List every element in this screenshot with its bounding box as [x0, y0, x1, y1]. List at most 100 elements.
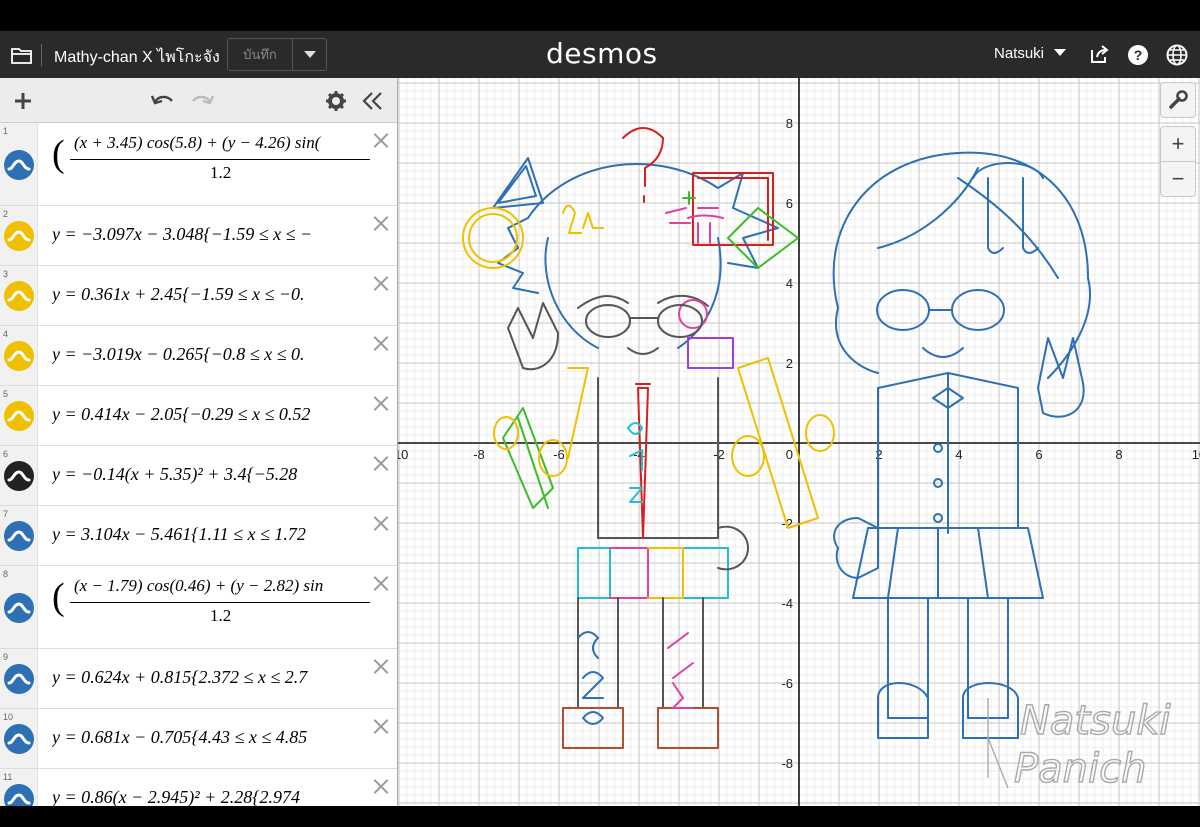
y-tick-label: -8: [781, 756, 793, 771]
hair-outline: [497, 163, 779, 294]
expression-toolbar: [0, 78, 397, 123]
y-tick-label: 4: [786, 276, 793, 291]
gear-icon[interactable]: [322, 87, 350, 115]
x-tick-label: -8: [473, 447, 485, 462]
blazer: [877, 372, 1019, 534]
x-tick-label: 6: [1035, 447, 1042, 462]
expression-row[interactable]: 5 y = 0.414x − 2.05{−0.29 ≤ x ≤ 0.52: [0, 386, 397, 446]
graph-style-wave-icon[interactable]: [4, 149, 34, 180]
help-icon[interactable]: ?: [1126, 43, 1150, 67]
caret-down-icon[interactable]: [1054, 49, 1066, 57]
share-icon[interactable]: [1087, 43, 1111, 67]
fraction-denominator: 1.2: [210, 163, 232, 182]
save-dropdown-button[interactable]: [293, 38, 327, 71]
torso: [597, 377, 719, 539]
expression-latex[interactable]: ((x − 1.79) cos(0.46) + (y − 2.82) sin 1.…: [52, 566, 370, 649]
graph-style-wave-icon[interactable]: [4, 664, 34, 694]
delete-expression-icon[interactable]: [372, 574, 390, 592]
expression-row[interactable]: 11 y = 0.86(x − 2.945)² + 2.28{2.974: [0, 769, 397, 806]
expression-number: 2: [3, 209, 9, 219]
expression-gutter: 4: [0, 326, 38, 385]
expression-row[interactable]: 9 y = 0.624x + 0.815{2.372 ≤ x ≤ 2.7: [0, 649, 397, 709]
fraction-denominator: 1.2: [210, 606, 232, 625]
expression-row[interactable]: 2 y = −3.097x − 3.048{−1.59 ≤ x ≤ −: [0, 206, 397, 266]
expression-number: 5: [3, 389, 9, 399]
expression-gutter: 6: [0, 446, 38, 505]
expression-gutter: 11: [0, 769, 38, 806]
expression-latex[interactable]: y = 0.361x + 2.45{−1.59 ≤ x ≤ −0.: [52, 284, 360, 305]
globe-icon[interactable]: [1165, 43, 1189, 67]
graph-style-wave-icon[interactable]: [4, 461, 34, 491]
expression-latex[interactable]: y = 0.624x + 0.815{2.372 ≤ x ≤ 2.7: [52, 667, 360, 688]
expression-row[interactable]: 1 ((x + 3.45) cos(5.8) + (y − 4.26) sin(1…: [0, 123, 397, 206]
delete-expression-icon[interactable]: [372, 717, 390, 735]
expression-row[interactable]: 7 y = 3.104x − 5.461{1.11 ≤ x ≤ 1.72: [0, 506, 397, 566]
expression-latex[interactable]: y = −3.019x − 0.265{−0.8 ≤ x ≤ 0.: [52, 344, 360, 365]
delete-expression-icon[interactable]: [372, 394, 390, 412]
expression-number: 8: [3, 569, 9, 579]
expression-latex[interactable]: y = 0.681x − 0.705{4.43 ≤ x ≤ 4.85: [52, 727, 360, 748]
delete-expression-icon[interactable]: [372, 334, 390, 352]
wrench-icon[interactable]: [1160, 82, 1196, 118]
undo-icon[interactable]: [149, 87, 177, 115]
zoom-out-icon[interactable]: −: [1160, 161, 1196, 197]
expression-number: 1: [3, 126, 9, 136]
header-divider: [41, 44, 42, 66]
delete-expression-icon[interactable]: [372, 131, 390, 149]
fraction-bar: [70, 159, 370, 160]
expression-number: 11: [3, 772, 13, 782]
expression-number: 7: [3, 509, 9, 519]
delete-expression-icon[interactable]: [372, 274, 390, 292]
expression-number: 9: [3, 652, 9, 662]
graph-style-wave-icon[interactable]: [4, 221, 34, 251]
redo-icon[interactable]: [188, 87, 216, 115]
watermark-signature: Natsuki Panich: [987, 697, 1171, 793]
fraction-numerator: (x + 3.45) cos(5.8) + (y − 4.26) sin(: [74, 133, 321, 152]
folder-icon[interactable]: [10, 43, 34, 67]
open-paren: (: [52, 576, 65, 618]
app-header: Mathy-chan X ไพโกะจัง บันทึก desmos Nats…: [0, 31, 1200, 78]
expression-gutter: 8: [0, 566, 38, 648]
graph-style-wave-icon[interactable]: [4, 592, 34, 623]
expression-number: 6: [3, 449, 9, 459]
graph-style-wave-icon[interactable]: [4, 401, 34, 431]
user-menu[interactable]: Natsuki: [994, 45, 1044, 62]
graph-style-wave-icon[interactable]: [4, 341, 34, 371]
expression-latex[interactable]: y = −0.14(x + 5.35)² + 3.4{−5.28: [52, 464, 360, 485]
double-chevron-left-icon[interactable]: [359, 87, 387, 115]
zoom-in-icon[interactable]: +: [1160, 126, 1196, 162]
bottom-black-band: [0, 806, 1200, 827]
glasses-right-char-right: [951, 289, 1005, 331]
desmos-logo: desmos: [546, 37, 658, 70]
expression-latex[interactable]: y = 3.104x − 5.461{1.11 ≤ x ≤ 1.72: [52, 524, 360, 545]
expression-row[interactable]: 10 y = 0.681x − 0.705{4.43 ≤ x ≤ 4.85: [0, 709, 397, 769]
graph-style-wave-icon[interactable]: [4, 521, 34, 551]
expression-latex[interactable]: y = −3.097x − 3.048{−1.59 ≤ x ≤ −: [52, 224, 360, 245]
y-tick-label: -6: [781, 676, 793, 691]
expression-latex[interactable]: y = 0.414x − 2.05{−0.29 ≤ x ≤ 0.52: [52, 404, 360, 425]
y-tick-label: -4: [781, 596, 793, 611]
delete-expression-icon[interactable]: [372, 777, 390, 795]
expression-latex[interactable]: y = 0.86(x − 2.945)² + 2.28{2.974: [52, 787, 360, 806]
graph-style-wave-icon[interactable]: [4, 281, 34, 311]
delete-expression-icon[interactable]: [372, 514, 390, 532]
chevron-down-icon: [303, 50, 316, 58]
x-tick-label: -6: [553, 447, 565, 462]
expression-row[interactable]: 4 y = −3.019x − 0.265{−0.8 ≤ x ≤ 0.: [0, 326, 397, 386]
delete-expression-icon[interactable]: [372, 214, 390, 232]
expression-gutter: 7: [0, 506, 38, 565]
delete-expression-icon[interactable]: [372, 657, 390, 675]
graph-title[interactable]: Mathy-chan X ไพโกะจัง: [54, 45, 220, 70]
expression-row[interactable]: 6 y = −0.14(x + 5.35)² + 3.4{−5.28: [0, 446, 397, 506]
expression-row[interactable]: 8 ((x − 1.79) cos(0.46) + (y − 2.82) sin 1…: [0, 566, 397, 649]
expression-row[interactable]: 3 y = 0.361x + 2.45{−1.59 ≤ x ≤ −0.: [0, 266, 397, 326]
graph-style-wave-icon[interactable]: [4, 724, 34, 754]
save-button[interactable]: บันทึก: [227, 38, 293, 71]
graph-style-wave-icon[interactable]: [4, 784, 34, 806]
watermark-line2: Panich: [1014, 746, 1146, 792]
add-icon[interactable]: [9, 87, 37, 115]
expression-gutter: 2: [0, 206, 38, 265]
expression-latex[interactable]: ((x + 3.45) cos(5.8) + (y − 4.26) sin(1.…: [52, 123, 370, 206]
delete-expression-icon[interactable]: [372, 454, 390, 472]
circle-yellow-inner: [468, 213, 518, 263]
